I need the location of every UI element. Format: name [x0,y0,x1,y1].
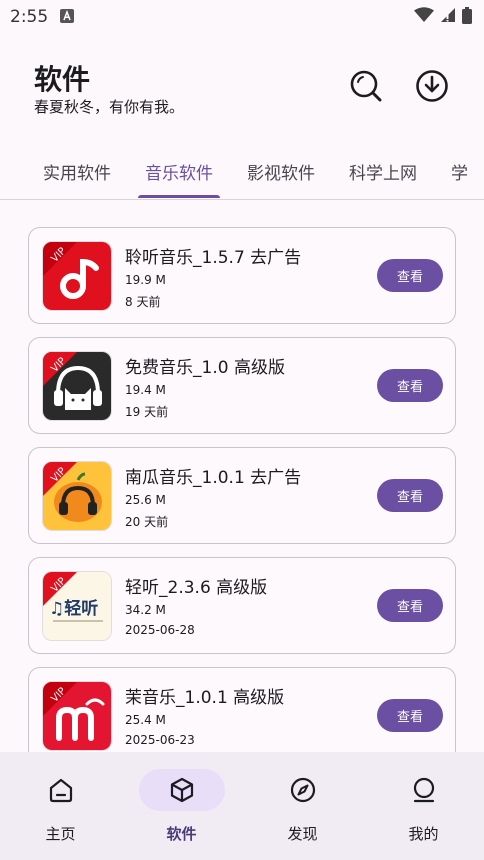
app-card[interactable]: VIP 聆听音乐_1.5.7 去广告 19.9 M 8 天前 查看 [28,227,456,324]
download-button[interactable] [414,68,450,104]
nav-mine[interactable]: 我的 [363,752,484,860]
app-card[interactable]: VIP 南瓜音乐_1.0.1 去广告 25.6 M 20 天前 查看 [28,447,456,544]
nav-discover[interactable]: 发现 [242,752,363,860]
app-size: 19.9 M [125,273,166,287]
status-time: 2:55 [10,7,49,27]
app-size: 19.4 M [125,383,166,397]
view-button[interactable]: 查看 [377,589,443,622]
person-icon [413,777,434,803]
battery-icon [462,6,472,28]
cube-icon [170,777,193,803]
music-note-icon: VIP [42,241,112,311]
bottom-nav: 主页 软件 发现 我的 [0,752,484,860]
view-button[interactable]: 查看 [377,699,443,732]
app-name: 免费音乐_1.0 高级版 [125,358,285,378]
wifi-icon [414,7,434,27]
nav-home[interactable]: 主页 [0,752,121,860]
view-button[interactable]: 查看 [377,479,443,512]
compass-icon [290,777,315,803]
page-title: 软件 [34,63,91,96]
page-subtitle: 春夏秋冬，有你有我。 [34,98,185,116]
download-icon [416,70,448,102]
m-letter-icon: VIP [42,681,112,751]
app-time: 2025-06-23 [125,733,195,747]
app-size: 34.2 M [125,603,166,617]
cat-headphones-icon: VIP [42,351,112,421]
app-size: 25.6 M [125,493,166,507]
search-icon [350,70,382,102]
app-time: 20 天前 [125,515,169,529]
nav-software-label: 软件 [166,825,197,843]
signal-icon [440,7,456,27]
home-icon [49,778,72,803]
view-button[interactable]: 查看 [377,259,443,292]
tab-practical[interactable]: 实用软件 [26,150,128,198]
pumpkin-headphones-icon: VIP [42,461,112,531]
tab-video[interactable]: 影视软件 [230,150,332,198]
tab-study[interactable]: 学 [434,150,484,198]
app-name: 轻听_2.3.6 高级版 [125,578,268,598]
app-card[interactable]: VIP 茉音乐_1.0.1 高级版 25.4 M 2025-06-23 查看 [28,667,456,764]
app-name: 茉音乐_1.0.1 高级版 [125,688,285,708]
app-time: 8 天前 [125,295,161,309]
header: 软件 春夏秋冬，有你有我。 [34,52,450,122]
view-button[interactable]: 查看 [377,369,443,402]
status-bar: 2:55 [0,0,484,34]
app-card[interactable]: VIP 免费音乐_1.0 高级版 19.4 M 19 天前 查看 [28,337,456,434]
nav-software[interactable]: 软件 [121,752,242,860]
qingting-logo-icon: ♫轻听 VIP [42,571,112,641]
nav-mine-label: 我的 [408,825,439,843]
app-name: 聆听音乐_1.5.7 去广告 [125,248,302,268]
notification-a-icon [60,8,75,27]
app-name: 南瓜音乐_1.0.1 去广告 [125,468,302,488]
app-size: 25.4 M [125,713,166,727]
nav-discover-label: 发现 [287,825,318,843]
nav-home-label: 主页 [45,825,76,843]
search-button[interactable] [348,68,384,104]
app-time: 2025-06-28 [125,623,195,637]
tab-vpn[interactable]: 科学上网 [332,150,434,198]
tab-music[interactable]: 音乐软件 [128,150,230,198]
app-card[interactable]: ♫轻听 VIP 轻听_2.3.6 高级版 34.2 M 2025-06-28 查… [28,557,456,654]
app-list: VIP 聆听音乐_1.5.7 去广告 19.9 M 8 天前 查看 VIP 免费… [28,227,456,777]
qingting-logo-text: ♫轻听 [49,598,98,619]
category-tabs: 实用软件 音乐软件 影视软件 科学上网 学 [0,150,484,200]
app-time: 19 天前 [125,405,169,419]
